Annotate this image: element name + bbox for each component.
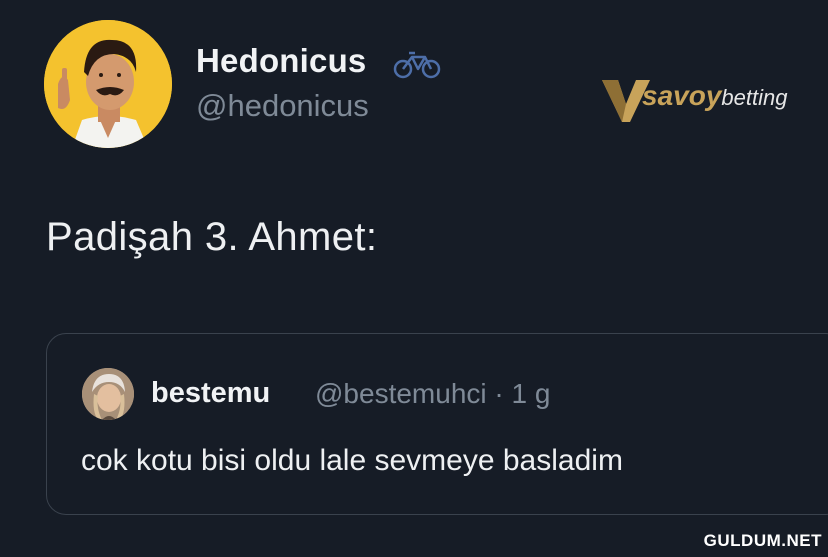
quoted-author-display-name[interactable]: bestemu: [151, 377, 270, 410]
quoted-author-meta[interactable]: @bestemuhci · 1 g: [315, 378, 550, 410]
tweet: Hedonicus @hedonicus savoybetting Padişa…: [0, 0, 828, 557]
profile-photo-icon: [82, 368, 134, 420]
sponsor-rest: betting: [721, 85, 788, 110]
profile-photo-icon: [44, 20, 172, 148]
author-display-name[interactable]: Hedonicus: [196, 42, 367, 80]
bicycle-icon: [393, 51, 441, 79]
author-handle[interactable]: @hedonicus: [196, 88, 369, 124]
site-watermark: GULDUM.NET: [703, 531, 822, 550]
sponsor-logo: savoybetting: [600, 72, 815, 124]
sponsor-brand: savoy: [642, 80, 722, 111]
quoted-tweet-text: cok kotu bisi oldu lale sevmeye basladim: [81, 444, 623, 477]
author-avatar[interactable]: [44, 20, 172, 148]
quoted-author-avatar[interactable]: [82, 368, 134, 420]
sponsor-wordmark: savoybetting: [642, 80, 787, 112]
quoted-tweet-card[interactable]: bestemu @bestemuhci · 1 g cok kotu bisi …: [46, 333, 828, 515]
tweet-text: Padişah 3. Ahmet:: [46, 215, 378, 259]
